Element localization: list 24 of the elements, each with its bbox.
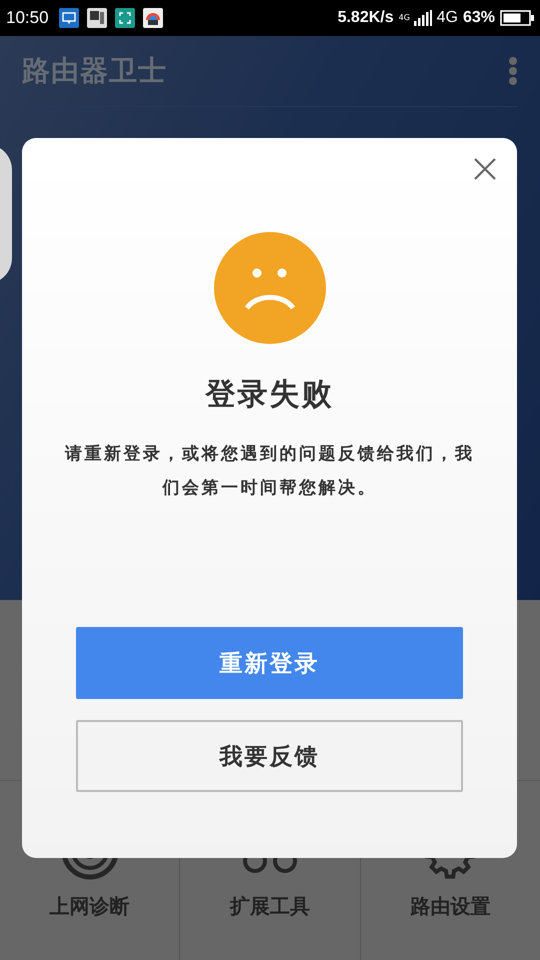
dialog-message: 请重新登录，或将您遇到的问题反馈给我们，我们会第一时间帮您解决。 (64, 443, 476, 500)
network-speed: 5.82K/s (338, 9, 394, 27)
message-icon (58, 8, 79, 28)
colorful-app-icon (142, 8, 163, 28)
feedback-button[interactable]: 我要反馈 (76, 720, 463, 792)
close-button[interactable] (473, 157, 497, 181)
tab-label: 路由设置 (410, 893, 490, 920)
scan-icon (114, 8, 135, 28)
close-icon (473, 157, 497, 181)
more-menu-button[interactable] (508, 56, 518, 86)
tab-label: 上网诊断 (50, 893, 130, 920)
status-time: 10:50 (6, 8, 49, 28)
app-title: 路由器卫士 (22, 53, 167, 89)
battery-icon (500, 10, 534, 26)
sad-face-icon (214, 232, 326, 344)
battery-level: 63% (462, 9, 495, 27)
dialog-title: 登录失败 (206, 376, 334, 414)
relogin-button[interactable]: 重新登录 (76, 627, 463, 699)
signal-icon (414, 10, 432, 26)
tab-label: 扩展工具 (230, 893, 310, 920)
more-icon (508, 56, 518, 86)
app-notification-icon (86, 8, 107, 28)
network-type: 4G (398, 14, 409, 22)
network-type: 4G (436, 9, 458, 27)
